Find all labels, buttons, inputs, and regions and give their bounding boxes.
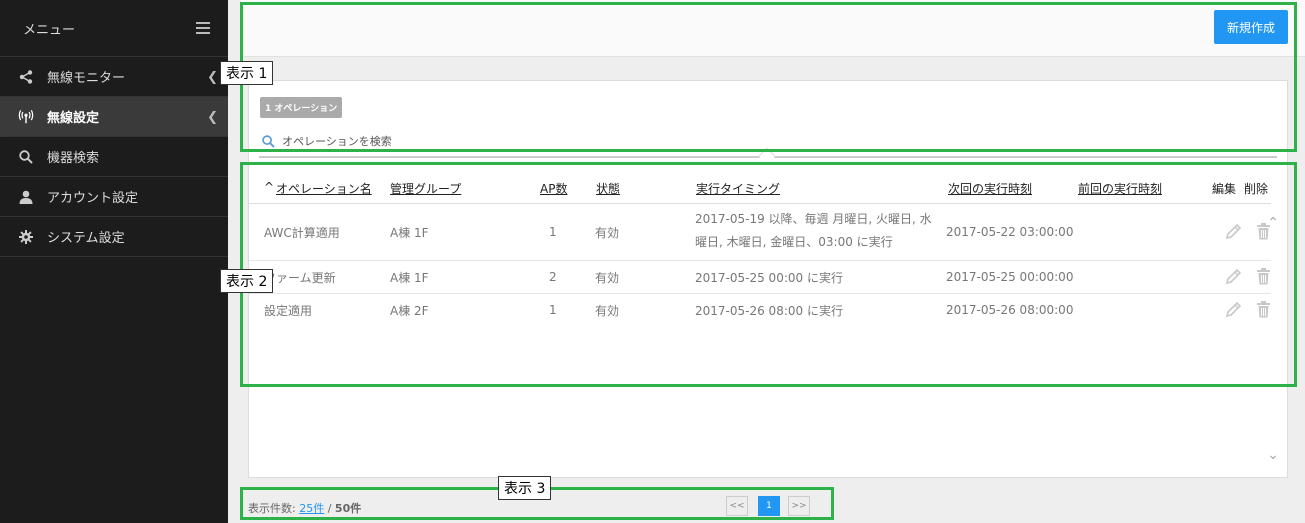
sidebar-item-label: アカウント設定: [47, 191, 139, 206]
scroll-down-icon[interactable]: ⌄: [1267, 447, 1279, 463]
sidebar-item-device-search[interactable]: 機器検索: [0, 137, 228, 177]
sidebar: メニュー 無線モニター ❮ 無線設定 ❮ 機器検索 アカウント設定 システム設定: [0, 0, 228, 523]
annotation-label-3: 表示 3: [498, 476, 552, 500]
chevron-left-icon: ❮: [207, 110, 218, 125]
user-icon: [18, 189, 34, 205]
annotation-label-2: 表示 2: [220, 269, 274, 293]
wireless-icon: [18, 109, 34, 125]
annotation-box-2: [240, 162, 1297, 387]
gear-icon: [18, 229, 34, 245]
sidebar-title: メニュー: [23, 22, 76, 38]
annotation-box-1: [240, 2, 1297, 152]
annotation-label-1: 表示 1: [220, 61, 274, 85]
chevron-left-icon: ❮: [207, 70, 218, 85]
search-icon: [18, 149, 34, 165]
sidebar-item-label: 無線モニター: [47, 71, 126, 86]
sidebar-header: メニュー: [0, 0, 228, 57]
sidebar-item-wireless-settings[interactable]: 無線設定 ❮: [0, 97, 228, 137]
sidebar-item-wireless-monitor[interactable]: 無線モニター ❮: [0, 57, 228, 97]
sidebar-item-label: 機器検索: [47, 151, 100, 166]
share-icon: [18, 69, 34, 85]
sidebar-item-label: システム設定: [47, 231, 125, 246]
sidebar-item-label: 無線設定: [47, 111, 100, 126]
sidebar-item-system-settings[interactable]: システム設定: [0, 217, 228, 257]
sidebar-item-account-settings[interactable]: アカウント設定: [0, 177, 228, 217]
hamburger-menu-icon[interactable]: [196, 22, 210, 34]
